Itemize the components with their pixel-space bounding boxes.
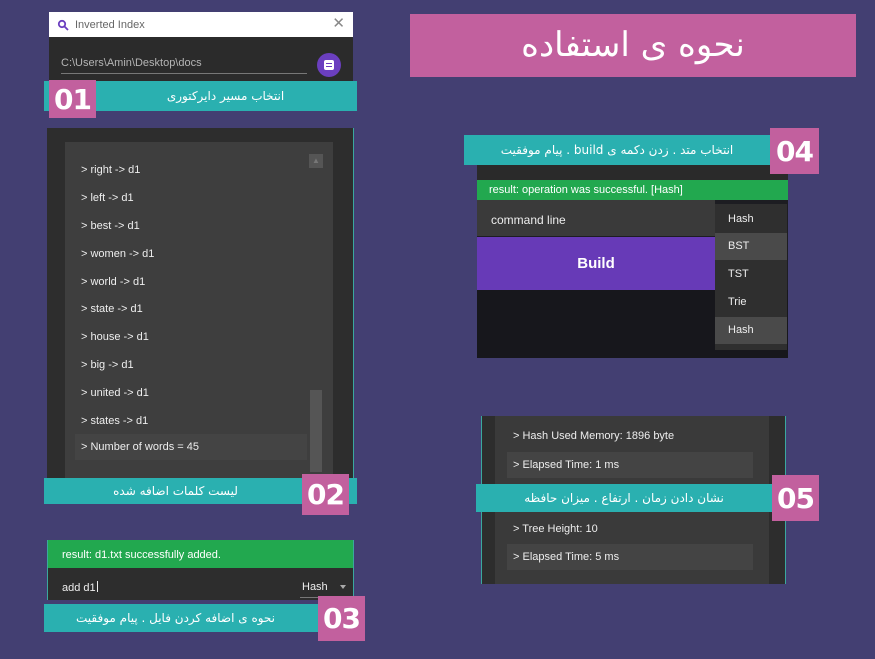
step05-caption: نشان دادن زمان . ارتفاع . میزان حافظه (476, 484, 772, 512)
step03-caption: نحوه ی اضافه کردن فایل . پیام موفقیت (44, 604, 357, 632)
list-item: > Elapsed Time: 5 ms (507, 544, 753, 570)
step04-caption-text: انتخاب متد . زدن دکمه ی build . پیام موف… (500, 143, 734, 157)
step05-caption-text: نشان دادن زمان . ارتفاع . میزان حافظه (524, 491, 724, 505)
build-panel: result: operation was successful. [Hash]… (477, 160, 788, 358)
step02-caption-text: لیست کلمات اضافه شده (113, 484, 238, 498)
list-item: > world -> d1 (81, 276, 146, 288)
dropdown-option-trie[interactable]: Trie (715, 289, 787, 316)
step01-badge: 01 (49, 80, 96, 118)
scrollbar-thumb[interactable] (310, 390, 322, 472)
list-item: > house -> d1 (81, 331, 149, 343)
directory-window: Inverted Index ✕ C:\Users\Amin\Desktop\d… (49, 12, 353, 86)
path-underline (61, 73, 307, 74)
build-button[interactable]: Build (477, 237, 715, 290)
words-list: > right -> d1 > left -> d1 > best -> d1 … (65, 142, 333, 480)
list-item: > left -> d1 (81, 192, 134, 204)
page-title: نحوه ی استفاده (410, 14, 856, 77)
list-item: > women -> d1 (81, 248, 155, 260)
window-titlebar: Inverted Index ✕ (49, 12, 353, 37)
chevron-down-icon[interactable] (340, 585, 346, 589)
list-item: > state -> d1 (81, 303, 143, 315)
scroll-up-arrow-icon[interactable]: ▲ (309, 154, 323, 168)
list-item: > big -> d1 (81, 359, 134, 371)
step02-badge: 02 (302, 474, 349, 515)
dropdown-option-tst[interactable]: TST (715, 261, 787, 288)
window-title: Inverted Index (75, 18, 145, 31)
word-count-row: > Number of words = 45 (75, 434, 307, 460)
result-message: result: operation was successful. [Hash] (477, 180, 788, 200)
dropdown-option-bst[interactable]: BST (715, 233, 787, 260)
browse-button[interactable] (317, 53, 341, 77)
word-count-text: > Number of words = 45 (81, 441, 200, 453)
command-input-value: add d1 (62, 582, 96, 594)
dropdown-option-hash[interactable]: Hash (715, 206, 787, 233)
directory-path-input[interactable]: C:\Users\Amin\Desktop\docs (61, 57, 202, 69)
list-item: > Tree Height: 10 (513, 523, 598, 535)
step01-caption-text: انتخاب مسیر دایرکتوری (166, 89, 285, 103)
list-item: > best -> d1 (81, 220, 140, 232)
command-input[interactable]: add d1 (62, 581, 98, 594)
step03-caption-text: نحوه ی اضافه کردن فایل . پیام موفقیت (75, 611, 276, 625)
add-file-panel: result: d1.txt successfully added. add d… (47, 540, 354, 600)
document-menu-icon (324, 60, 334, 70)
step05-badge: 05 (772, 475, 819, 521)
text-cursor (96, 581, 98, 592)
list-item: > Hash Used Memory: 1896 byte (513, 430, 675, 442)
step03-badge: 03 (318, 596, 365, 641)
list-item: > united -> d1 (81, 387, 149, 399)
step04-badge: 04 (770, 128, 819, 174)
step04-caption: انتخاب متد . زدن دکمه ی build . پیام موف… (464, 135, 770, 165)
list-item: > right -> d1 (81, 164, 141, 176)
method-dropdown[interactable]: Hash BST TST Trie Hash (715, 204, 787, 350)
result-message: result: d1.txt successfully added. (48, 540, 353, 568)
command-line-input[interactable]: command line (477, 200, 715, 236)
words-list-panel: > right -> d1 > left -> d1 > best -> d1 … (47, 128, 354, 480)
close-icon[interactable]: ✕ (332, 16, 345, 31)
dropdown-option-hash-selected[interactable]: Hash (715, 317, 787, 344)
magnifier-icon (57, 19, 69, 31)
list-item: > Elapsed Time: 1 ms (507, 452, 753, 478)
list-item: > states -> d1 (81, 415, 149, 427)
method-select[interactable]: Hash (302, 581, 328, 593)
